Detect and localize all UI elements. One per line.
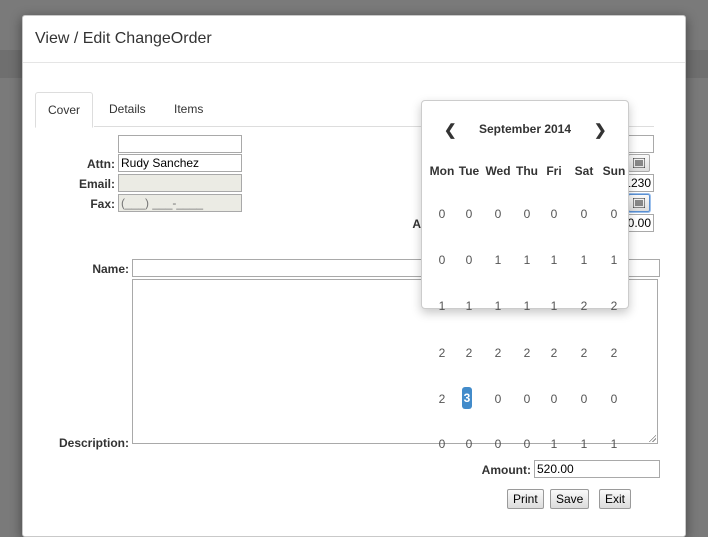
email-label: Email:: [78, 177, 115, 191]
fax-field: [118, 194, 242, 212]
day-cell[interactable]: 0: [432, 253, 452, 267]
day-cell[interactable]: 2: [517, 346, 537, 360]
day-cell[interactable]: 0: [574, 207, 594, 221]
datepicker-popup: September 2014 ❮ ❯ Mon Tue Wed Thu Fri Sat Sun…: [421, 100, 629, 451]
day-cell[interactable]: 0: [604, 207, 624, 221]
day-cell[interactable]: 2: [544, 346, 564, 360]
day-cell[interactable]: 0: [544, 207, 564, 221]
weekday-header: Sat: [574, 164, 594, 178]
amount-field[interactable]: [534, 460, 660, 478]
weekday-header: Wed: [485, 164, 511, 178]
weekday-header: Mon: [429, 164, 455, 178]
description-label: Description:: [58, 436, 129, 450]
print-button[interactable]: Print: [507, 489, 544, 509]
day-cell[interactable]: 1: [604, 437, 624, 451]
day-cell[interactable]: 2: [604, 299, 624, 313]
day-cell[interactable]: 1: [604, 253, 624, 267]
amount-label: Amount:: [481, 463, 531, 477]
tab-items[interactable]: Items: [162, 92, 215, 126]
day-cell[interactable]: 1: [544, 253, 564, 267]
next-month-icon[interactable]: ❯: [594, 121, 607, 139]
day-cell[interactable]: 1: [488, 299, 508, 313]
day-cell[interactable]: 2: [432, 392, 452, 406]
day-cell[interactable]: 2: [432, 346, 452, 360]
calendar-button-2[interactable]: [628, 194, 650, 212]
day-cell[interactable]: 0: [544, 392, 564, 406]
day-cell[interactable]: 2: [574, 346, 594, 360]
exit-button[interactable]: Exit: [599, 489, 632, 509]
day-cell[interactable]: 2: [604, 346, 624, 360]
day-cell[interactable]: 1: [459, 299, 479, 313]
email-field: [118, 174, 242, 192]
day-cell[interactable]: 1: [517, 253, 537, 267]
day-cell[interactable]: 0: [459, 437, 479, 451]
calendar-button-1[interactable]: [628, 154, 650, 172]
day-cell[interactable]: 0: [488, 437, 508, 451]
attn-field[interactable]: [118, 154, 242, 172]
weekday-header: Thu: [516, 164, 538, 178]
day-cell[interactable]: 2: [459, 346, 479, 360]
fax-label: Fax:: [90, 197, 115, 211]
day-cell[interactable]: 1: [544, 299, 564, 313]
right-label-partial: A: [412, 217, 421, 231]
day-cell[interactable]: 0: [517, 207, 537, 221]
prev-month-icon[interactable]: ❮: [444, 121, 457, 139]
day-cell[interactable]: 0: [459, 253, 479, 267]
day-cell[interactable]: 0: [488, 392, 508, 406]
attn-label: Attn:: [87, 157, 115, 171]
calendar-icon: [633, 158, 645, 168]
selected-day-cell[interactable]: 3: [462, 387, 472, 409]
save-button[interactable]: Save: [550, 489, 590, 509]
day-cell[interactable]: 0: [459, 207, 479, 221]
resize-grip-icon[interactable]: [648, 434, 656, 442]
day-cell[interactable]: 1: [517, 299, 537, 313]
day-cell[interactable]: 1: [544, 437, 564, 451]
day-cell[interactable]: 0: [574, 392, 594, 406]
day-cell[interactable]: 2: [488, 346, 508, 360]
tab-cover[interactable]: Cover: [35, 92, 94, 128]
dialog-title: View / Edit ChangeOrder: [35, 30, 212, 47]
day-cell[interactable]: 1: [574, 253, 594, 267]
day-cell[interactable]: 0: [517, 437, 537, 451]
weekday-header: Tue: [458, 164, 480, 178]
day-cell[interactable]: 0: [604, 392, 624, 406]
tab-details[interactable]: Details: [97, 92, 158, 126]
weekday-header: Fri: [546, 164, 562, 178]
day-cell[interactable]: 1: [432, 299, 452, 313]
calendar-icon: [633, 198, 645, 208]
day-cell[interactable]: 0: [488, 207, 508, 221]
day-cell[interactable]: 0: [432, 207, 452, 221]
day-cell[interactable]: 1: [488, 253, 508, 267]
header-divider: [23, 62, 685, 63]
day-cell[interactable]: 1: [574, 437, 594, 451]
day-cell[interactable]: 0: [517, 392, 537, 406]
weekday-header: Sun: [602, 164, 626, 178]
company-field[interactable]: [118, 135, 242, 153]
day-cell[interactable]: 0: [432, 437, 452, 451]
name-label: Name:: [92, 262, 129, 276]
day-cell[interactable]: 2: [574, 299, 594, 313]
